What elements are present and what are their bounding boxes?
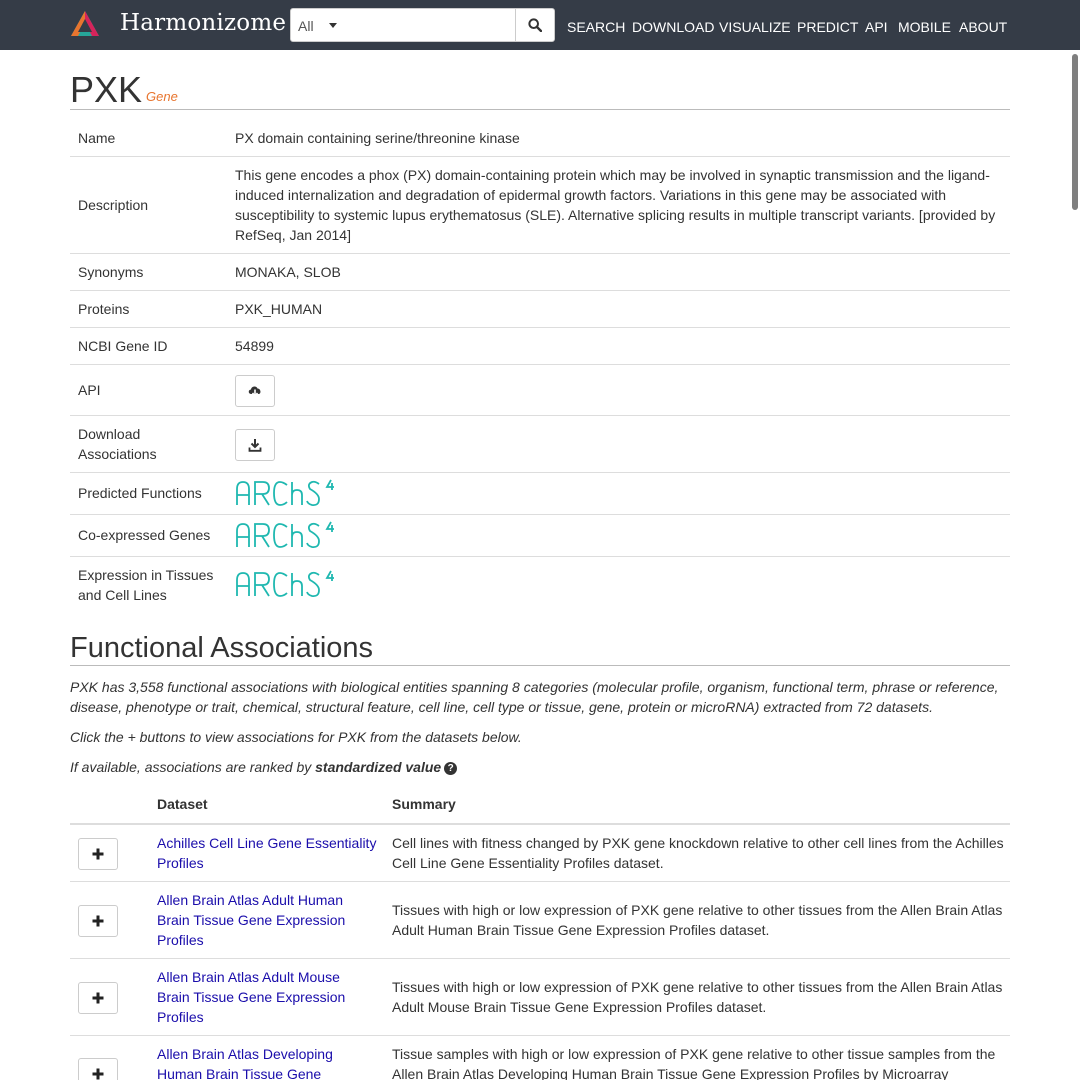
nav-link-download[interactable]: DOWNLOAD — [632, 19, 714, 35]
gene-type-label: Gene — [146, 89, 178, 104]
plus-icon — [92, 848, 104, 860]
ranking-note: If available, associations are ranked by… — [70, 757, 1010, 777]
download-associations-button[interactable] — [235, 429, 275, 461]
row-divider — [70, 472, 1010, 473]
expression-tissues-label: Expression in Tissues and Cell Lines — [78, 567, 214, 603]
row-divider — [70, 156, 1010, 157]
proteins-label: Proteins — [78, 301, 130, 317]
coexpressed-genes-label: Co-expressed Genes — [78, 527, 211, 543]
api-button[interactable] — [235, 375, 275, 407]
dataset-link[interactable]: Allen Brain Atlas Adult Mouse Brain Tiss… — [157, 967, 357, 1027]
navbar: Harmonizome All SEARCH DOWNLOAD VISUALIZ… — [0, 0, 1080, 50]
dataset-link[interactable]: Allen Brain Atlas Adult Human Brain Tiss… — [157, 890, 357, 950]
dataset-summary: Tissues with high or low expression of P… — [392, 902, 1003, 938]
click-hint-text: Click the + buttons to view associations… — [70, 729, 522, 745]
row-divider — [70, 514, 1010, 515]
plus-icon — [92, 1068, 104, 1080]
page-scrollbar[interactable] — [1072, 54, 1078, 210]
functional-summary-text: PXK has 3,558 functional associations wi… — [70, 679, 999, 715]
row-divider — [70, 253, 1010, 254]
search-icon — [528, 18, 542, 32]
api-label: API — [78, 382, 101, 398]
expand-row-button[interactable] — [78, 905, 118, 937]
expand-row-button[interactable] — [78, 1058, 118, 1080]
archs4-logo[interactable] — [235, 479, 337, 507]
dataset-summary: Tissues with high or low expression of P… — [392, 979, 1003, 1015]
nav-link-about[interactable]: ABOUT — [959, 19, 1007, 35]
row-divider — [70, 364, 1010, 365]
download-associations-label: Download Associations — [78, 426, 157, 462]
expand-row-button[interactable] — [78, 838, 118, 870]
nav-link-mobile[interactable]: MOBILE — [898, 19, 951, 35]
question-circle-icon[interactable]: ? — [444, 762, 458, 775]
name-label: Name — [78, 130, 116, 146]
protein-link[interactable]: PXK_HUMAN — [235, 299, 322, 319]
row-divider — [70, 556, 1010, 557]
section-divider — [70, 665, 1010, 666]
ranking-note-prefix: If available, associations are ranked by — [70, 759, 316, 775]
synonyms-label: Synonyms — [78, 264, 144, 280]
plus-icon — [92, 992, 104, 1004]
dataset-link[interactable]: Allen Brain Atlas Developing Human Brain… — [157, 1044, 357, 1080]
nav-link-search[interactable]: SEARCH — [567, 19, 625, 35]
predicted-functions-label: Predicted Functions — [78, 485, 202, 501]
harmonizome-logo-icon[interactable] — [70, 10, 100, 38]
archs4-logo[interactable] — [235, 521, 337, 549]
table-row-divider — [70, 958, 1010, 959]
download-icon — [248, 439, 262, 452]
row-divider — [70, 415, 1010, 416]
name-value: PX domain containing serine/threonine ki… — [235, 130, 520, 146]
description-value: This gene encodes a phox (PX) domain-con… — [235, 167, 996, 243]
nav-link-visualize[interactable]: VISUALIZE — [719, 19, 791, 35]
dataset-summary: Tissue samples with high or low expressi… — [392, 1046, 996, 1080]
category-select-value: All — [298, 18, 314, 34]
ncbi-gene-id-link[interactable]: 54899 — [235, 336, 274, 356]
description-label: Description — [78, 197, 149, 213]
dataset-link[interactable]: Achilles Cell Line Gene Essentiality Pro… — [157, 833, 382, 873]
nav-link-api[interactable]: API — [865, 19, 888, 35]
nav-link-predict[interactable]: PREDICT — [797, 19, 858, 35]
ranking-note-emphasis: standardized value — [315, 759, 442, 775]
expand-row-button[interactable] — [78, 982, 118, 1014]
summary-column-header: Summary — [392, 796, 456, 812]
gene-symbol-title: PXK — [70, 69, 143, 110]
ncbi-gene-id-label: NCBI Gene ID — [78, 338, 168, 354]
brand-name[interactable]: Harmonizome — [120, 10, 286, 36]
dataset-column-header: Dataset — [157, 796, 208, 812]
title-divider — [70, 109, 1010, 110]
search-button[interactable] — [515, 8, 555, 42]
dataset-summary: Cell lines with fitness changed by PXK g… — [392, 835, 1004, 871]
row-divider — [70, 290, 1010, 291]
functional-associations-heading: Functional Associations — [70, 632, 374, 664]
table-header-divider — [70, 823, 1010, 825]
search-input[interactable] — [344, 8, 516, 42]
table-row-divider — [70, 1035, 1010, 1036]
table-row-divider — [70, 881, 1010, 882]
plus-icon — [92, 915, 104, 927]
archs4-logo[interactable] — [235, 570, 337, 598]
cloud-download-icon — [248, 386, 261, 398]
caret-down-icon — [329, 23, 337, 28]
category-select[interactable]: All — [290, 8, 345, 42]
row-divider — [70, 327, 1010, 328]
synonyms-value: MONAKA, SLOB — [235, 264, 341, 280]
